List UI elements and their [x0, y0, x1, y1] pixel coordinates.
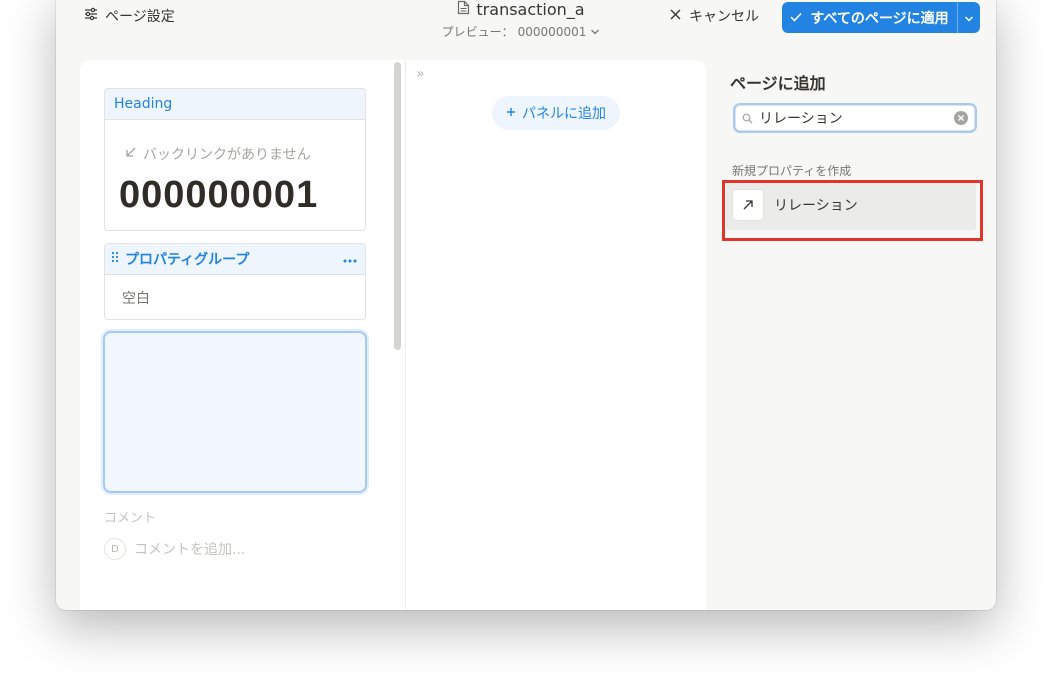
plus-icon [506, 105, 516, 121]
close-icon [670, 8, 681, 24]
heading-card-header: Heading [105, 89, 365, 120]
page-settings-button[interactable]: ページ設定 [84, 6, 175, 26]
apply-all-pages-button[interactable]: すべてのページに適用 [782, 2, 980, 33]
comment-label: コメント [104, 511, 157, 526]
preview-label: プレビュー： [441, 25, 514, 39]
new-property-section-label: 新規プロパティを作成 [732, 164, 852, 178]
search-input[interactable] [759, 110, 948, 126]
window-title: transaction_a [476, 0, 585, 19]
page-title-row: transaction_a [436, 0, 606, 19]
title-block: transaction_a プレビュー： 000000001 [436, 0, 606, 40]
chevron-down-icon [964, 8, 974, 27]
property-group-empty: 空白 [122, 291, 150, 307]
apply-main[interactable]: すべてのページに適用 [782, 2, 957, 33]
more-icon[interactable] [343, 251, 357, 267]
collapse-icon[interactable]: » [416, 66, 425, 82]
comment-input[interactable]: D コメントを追加... [104, 538, 245, 560]
page-settings-window: ページ設定 transaction_a プレビュー： 000000001 キャン… [56, 0, 996, 610]
cancel-label: キャンセル [689, 9, 759, 25]
add-panel-label: パネルに追加 [522, 106, 606, 122]
side-panel [406, 60, 706, 610]
drag-handle-icon[interactable] [111, 251, 119, 267]
comment-placeholder: コメントを追加... [134, 542, 246, 558]
search-icon [742, 109, 753, 128]
property-group-card[interactable]: プロパティグループ 空白 [104, 243, 366, 320]
scrollbar[interactable] [394, 62, 401, 350]
property-search[interactable] [735, 105, 975, 131]
chevron-down-icon [590, 25, 600, 39]
check-icon [790, 10, 802, 26]
document-icon [457, 0, 470, 19]
heading-card[interactable]: Heading バックリンクがありません 000000001 [104, 88, 366, 231]
property-group-label: プロパティグループ [125, 252, 250, 268]
page-settings-label: ページ設定 [105, 9, 175, 25]
heading-label: Heading [114, 96, 173, 112]
preview-selector[interactable]: プレビュー： 000000001 [436, 23, 606, 40]
add-to-panel-button[interactable]: パネルに追加 [492, 96, 620, 130]
drop-zone[interactable] [103, 331, 367, 493]
clear-icon[interactable] [954, 111, 968, 125]
backlink-row: バックリンクがありません [125, 144, 365, 164]
preview-value: 000000001 [517, 24, 587, 39]
sliders-icon [84, 7, 98, 25]
add-to-page-title: ページに追加 [730, 74, 826, 93]
backlink-text: バックリンクがありません [143, 147, 311, 163]
top-bar: ページ設定 transaction_a プレビュー： 000000001 キャン… [56, 0, 996, 48]
cancel-button[interactable]: キャンセル [670, 6, 759, 26]
page-title: 000000001 [119, 174, 319, 216]
property-group-header: プロパティグループ [105, 244, 365, 275]
backlink-arrow-icon [125, 146, 137, 162]
avatar: D [104, 538, 126, 560]
apply-options-button[interactable] [957, 2, 980, 33]
highlight-annotation [722, 180, 983, 241]
apply-label: すべてのページに適用 [810, 10, 949, 27]
